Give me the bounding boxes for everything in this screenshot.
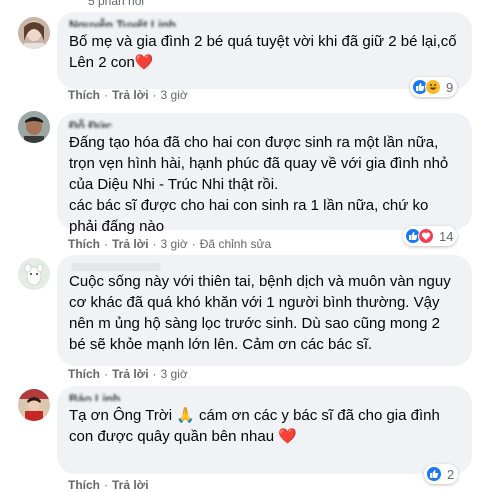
reaction-count: 9 bbox=[446, 79, 454, 95]
reaction-count: 2 bbox=[447, 466, 455, 482]
comment-text: Cuộc sống này với thiên tai, bệnh dịch v… bbox=[69, 273, 455, 353]
separator: · bbox=[104, 367, 108, 381]
comment-actions: Thích · Trả lời bbox=[68, 478, 149, 492]
timestamp[interactable]: 3 giờ bbox=[161, 88, 188, 102]
like-icon bbox=[426, 466, 442, 482]
comment-text: Đấng tạo hóa đã cho hai con được sinh ra… bbox=[69, 134, 449, 235]
timestamp[interactable]: 3 giờ bbox=[161, 237, 188, 251]
edited-label[interactable]: Đã chỉnh sửa bbox=[200, 237, 271, 251]
author-name[interactable] bbox=[71, 263, 161, 271]
reply-link[interactable]: Trả lời bbox=[112, 367, 149, 381]
comment-actions: Thích · Trả lời · 3 giờ bbox=[68, 88, 188, 102]
reaction-summary[interactable]: 2 bbox=[424, 464, 459, 484]
reaction-count: 14 bbox=[439, 228, 454, 244]
like-link[interactable]: Thích bbox=[68, 237, 100, 251]
comment-text: Bố mẹ và gia đình 2 bé quá tuyệt vời khi… bbox=[69, 33, 461, 71]
reaction-summary[interactable]: 9 bbox=[410, 77, 458, 97]
separator: · bbox=[104, 478, 108, 492]
comment-bubble: Bảo Linh Tạ ơn Ông Trời 🙏 cám ơn các y b… bbox=[57, 386, 472, 474]
haha-icon bbox=[425, 79, 441, 95]
separator: · bbox=[152, 237, 157, 251]
comment-actions: Thích · Trả lời · 3 giờ · Đã chỉnh sửa bbox=[68, 237, 271, 251]
love-icon bbox=[418, 228, 434, 244]
reaction-summary[interactable]: 14 bbox=[403, 226, 458, 246]
separator: · bbox=[152, 88, 157, 102]
reply-link[interactable]: Trả lời bbox=[112, 478, 149, 492]
replies-header[interactable]: 5 phản hồi bbox=[88, 0, 144, 8]
avatar[interactable] bbox=[18, 17, 50, 49]
reply-link[interactable]: Trả lời bbox=[112, 88, 149, 102]
like-link[interactable]: Thích bbox=[68, 88, 100, 102]
comment-actions: Thích · Trả lời · 3 giờ bbox=[68, 367, 188, 381]
timestamp[interactable]: 3 giờ bbox=[161, 367, 188, 381]
comment-text: Tạ ơn Ông Trời 🙏 cám ơn các y bác sĩ đã … bbox=[69, 407, 445, 445]
author-name[interactable]: Đỗ Đức bbox=[69, 119, 460, 128]
like-link[interactable]: Thích bbox=[68, 367, 100, 381]
comment-bubble: Cuộc sống này với thiên tai, bệnh dịch v… bbox=[57, 255, 472, 366]
comment-bubble: Đỗ Đức Đấng tạo hóa đã cho hai con được … bbox=[57, 113, 472, 235]
avatar[interactable] bbox=[18, 389, 50, 421]
like-link[interactable]: Thích bbox=[68, 478, 100, 492]
avatar[interactable] bbox=[18, 111, 50, 143]
comment-bubble: Nguyễn Tuyết Linh Bố mẹ và gia đình 2 bé… bbox=[57, 12, 472, 89]
separator: · bbox=[104, 88, 108, 102]
avatar[interactable] bbox=[18, 258, 50, 290]
separator: · bbox=[104, 237, 108, 251]
separator: · bbox=[191, 237, 196, 251]
separator: · bbox=[152, 367, 157, 381]
author-name[interactable]: Bảo Linh bbox=[69, 392, 460, 401]
author-name[interactable]: Nguyễn Tuyết Linh bbox=[69, 18, 460, 27]
reply-link[interactable]: Trả lời bbox=[112, 237, 149, 251]
